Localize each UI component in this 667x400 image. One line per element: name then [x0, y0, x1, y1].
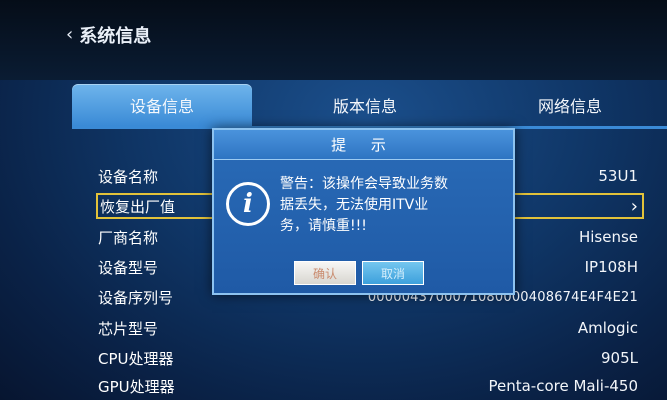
- row-label: 设备序列号: [98, 288, 174, 307]
- warning-dialog: 提 示 i 警告：该操作会导致业务数 据丢失，无法使用ITV业 务，请慎重!!!…: [212, 128, 515, 295]
- row-label: 恢复出厂值: [100, 197, 176, 216]
- dialog-title: 提 示: [214, 130, 513, 160]
- row-value: IP108H: [584, 258, 638, 276]
- chevron-left-icon: ‹: [66, 24, 74, 45]
- row-value: Amlogic: [577, 319, 638, 337]
- row-label: GPU处理器: [98, 377, 175, 396]
- row-label: 设备名称: [98, 167, 159, 186]
- dialog-message-line: 据丢失，无法使用ITV业: [280, 197, 429, 213]
- tab-label: 网络信息: [537, 97, 602, 116]
- chevron-right-icon: ›: [630, 195, 638, 217]
- row-label: 厂商名称: [98, 228, 159, 247]
- tab-label: 版本信息: [332, 97, 397, 116]
- row-value: Hisense: [578, 228, 638, 246]
- info-row-cpu: CPU处理器 905L: [98, 345, 638, 371]
- tv-screen: ‹ 系统信息 设备信息 版本信息 网络信息 设备名称 53U1 恢复出厂值 › …: [0, 0, 667, 400]
- row-label: 设备型号: [98, 258, 159, 277]
- row-label: 芯片型号: [98, 319, 159, 338]
- tab-version-info[interactable]: 版本信息: [300, 84, 430, 126]
- page-title: 系统信息: [79, 26, 152, 47]
- info-row-chip-model: 芯片型号 Amlogic: [98, 315, 638, 341]
- confirm-button[interactable]: 确认: [294, 261, 356, 285]
- dialog-message-line: 务，请慎重!!!: [280, 218, 367, 234]
- dialog-message-line: 警告：该操作会导致业务数: [280, 176, 448, 192]
- info-row-gpu: GPU处理器 Penta-core Mali-450: [98, 373, 638, 399]
- dialog-message: 警告：该操作会导致业务数 据丢失，无法使用ITV业 务，请慎重!!!: [280, 174, 448, 237]
- row-value: 53U1: [598, 167, 638, 185]
- info-icon: i: [226, 182, 270, 226]
- cancel-button[interactable]: 取消: [362, 261, 424, 285]
- row-label: CPU处理器: [98, 349, 174, 368]
- row-value: 905L: [601, 349, 638, 367]
- row-value: Penta-core Mali-450: [488, 377, 638, 395]
- tab-network-info[interactable]: 网络信息: [495, 84, 645, 126]
- back-button[interactable]: ‹ 系统信息: [66, 22, 151, 48]
- dialog-body: i 警告：该操作会导致业务数 据丢失，无法使用ITV业 务，请慎重!!!: [226, 174, 506, 244]
- tab-device-info[interactable]: 设备信息: [72, 84, 252, 126]
- tab-label: 设备信息: [129, 97, 194, 116]
